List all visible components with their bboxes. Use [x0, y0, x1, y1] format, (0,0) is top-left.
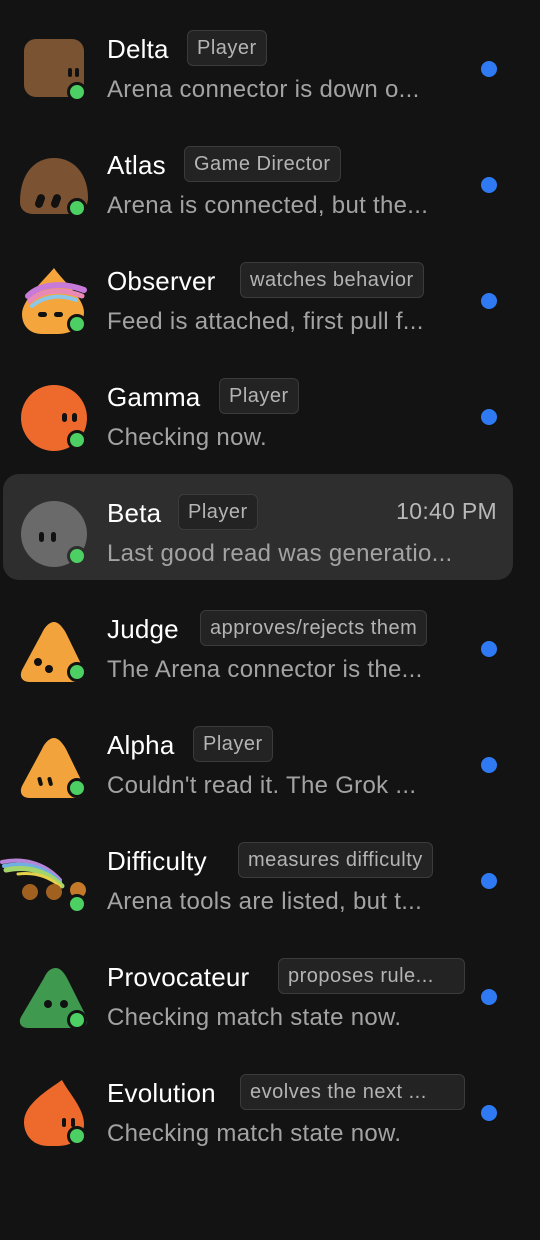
conversation-name: Judge [107, 614, 179, 644]
message-preview: Checking match state now. [107, 1004, 402, 1031]
conversation-name: Beta [107, 498, 162, 528]
role-badge: watches behavior [240, 262, 424, 298]
unread-indicator [481, 293, 497, 309]
conversation-item[interactable]: Alpha Player Couldn't read it. The Grok … [0, 706, 540, 822]
message-preview: Checking match state now. [107, 1120, 402, 1147]
conversation-item[interactable]: Delta Player Arena connector is down o..… [0, 10, 540, 126]
conversation-item-selected[interactable]: Beta Player 10:40 PM Last good read was … [0, 474, 540, 590]
role-badge: measures difficulty [238, 842, 433, 878]
conversation-item[interactable]: Provocateur proposes rule... Checking ma… [0, 938, 540, 1054]
message-preview: Arena tools are listed, but t... [107, 888, 423, 915]
online-status-dot [67, 198, 87, 218]
role-badge: proposes rule... [278, 958, 465, 994]
unread-indicator [481, 177, 497, 193]
online-status-dot [67, 430, 87, 450]
conversation-name: Alpha [107, 730, 175, 760]
online-status-dot [67, 1126, 87, 1146]
unread-indicator [481, 1105, 497, 1121]
conversation-item[interactable]: Observer watches behavior Feed is attach… [0, 242, 540, 358]
role-badge: Player [187, 30, 267, 66]
online-status-dot [67, 1010, 87, 1030]
online-status-dot [67, 894, 87, 914]
message-preview: Couldn't read it. The Grok ... [107, 772, 417, 799]
conversation-name: Delta [107, 34, 169, 64]
unread-indicator [481, 873, 497, 889]
conversation-item[interactable]: Difficulty measures difficulty Arena too… [0, 822, 540, 938]
role-badge: Player [193, 726, 273, 762]
message-preview: Checking now. [107, 424, 267, 451]
conversation-name: Provocateur [107, 962, 250, 992]
conversation-list: Delta Player Arena connector is down o..… [0, 10, 540, 1170]
online-status-dot [67, 662, 87, 682]
conversation-name: Observer [107, 266, 216, 296]
message-preview: Arena is connected, but the... [107, 192, 429, 219]
conversation-item[interactable]: Gamma Player Checking now. [0, 358, 540, 474]
online-status-dot [67, 546, 87, 566]
role-badge: evolves the next ... [240, 1074, 465, 1110]
conversation-name: Difficulty [107, 846, 207, 876]
message-timestamp: 10:40 PM [396, 498, 497, 524]
unread-indicator [481, 757, 497, 773]
unread-indicator [481, 989, 497, 1005]
conversation-item[interactable]: Atlas Game Director Arena is connected, … [0, 126, 540, 242]
conversation-name: Gamma [107, 382, 201, 412]
unread-indicator [481, 409, 497, 425]
role-badge: Player [219, 378, 299, 414]
conversation-item[interactable]: Judge approves/rejects them The Arena co… [0, 590, 540, 706]
message-preview: Feed is attached, first pull f... [107, 308, 424, 335]
online-status-dot [67, 82, 87, 102]
conversation-name: Atlas [107, 150, 166, 180]
role-badge: Player [178, 494, 258, 530]
online-status-dot [67, 314, 87, 334]
message-preview: Arena connector is down o... [107, 76, 420, 103]
role-badge: approves/rejects them [200, 610, 428, 646]
message-preview: The Arena connector is the... [107, 656, 423, 683]
role-badge: Game Director [184, 146, 341, 182]
online-status-dot [67, 778, 87, 798]
conversation-item[interactable]: Evolution evolves the next ... Checking … [0, 1054, 540, 1170]
message-preview: Last good read was generatio... [107, 540, 453, 567]
unread-indicator [481, 61, 497, 77]
conversation-name: Evolution [107, 1078, 216, 1108]
unread-indicator [481, 641, 497, 657]
